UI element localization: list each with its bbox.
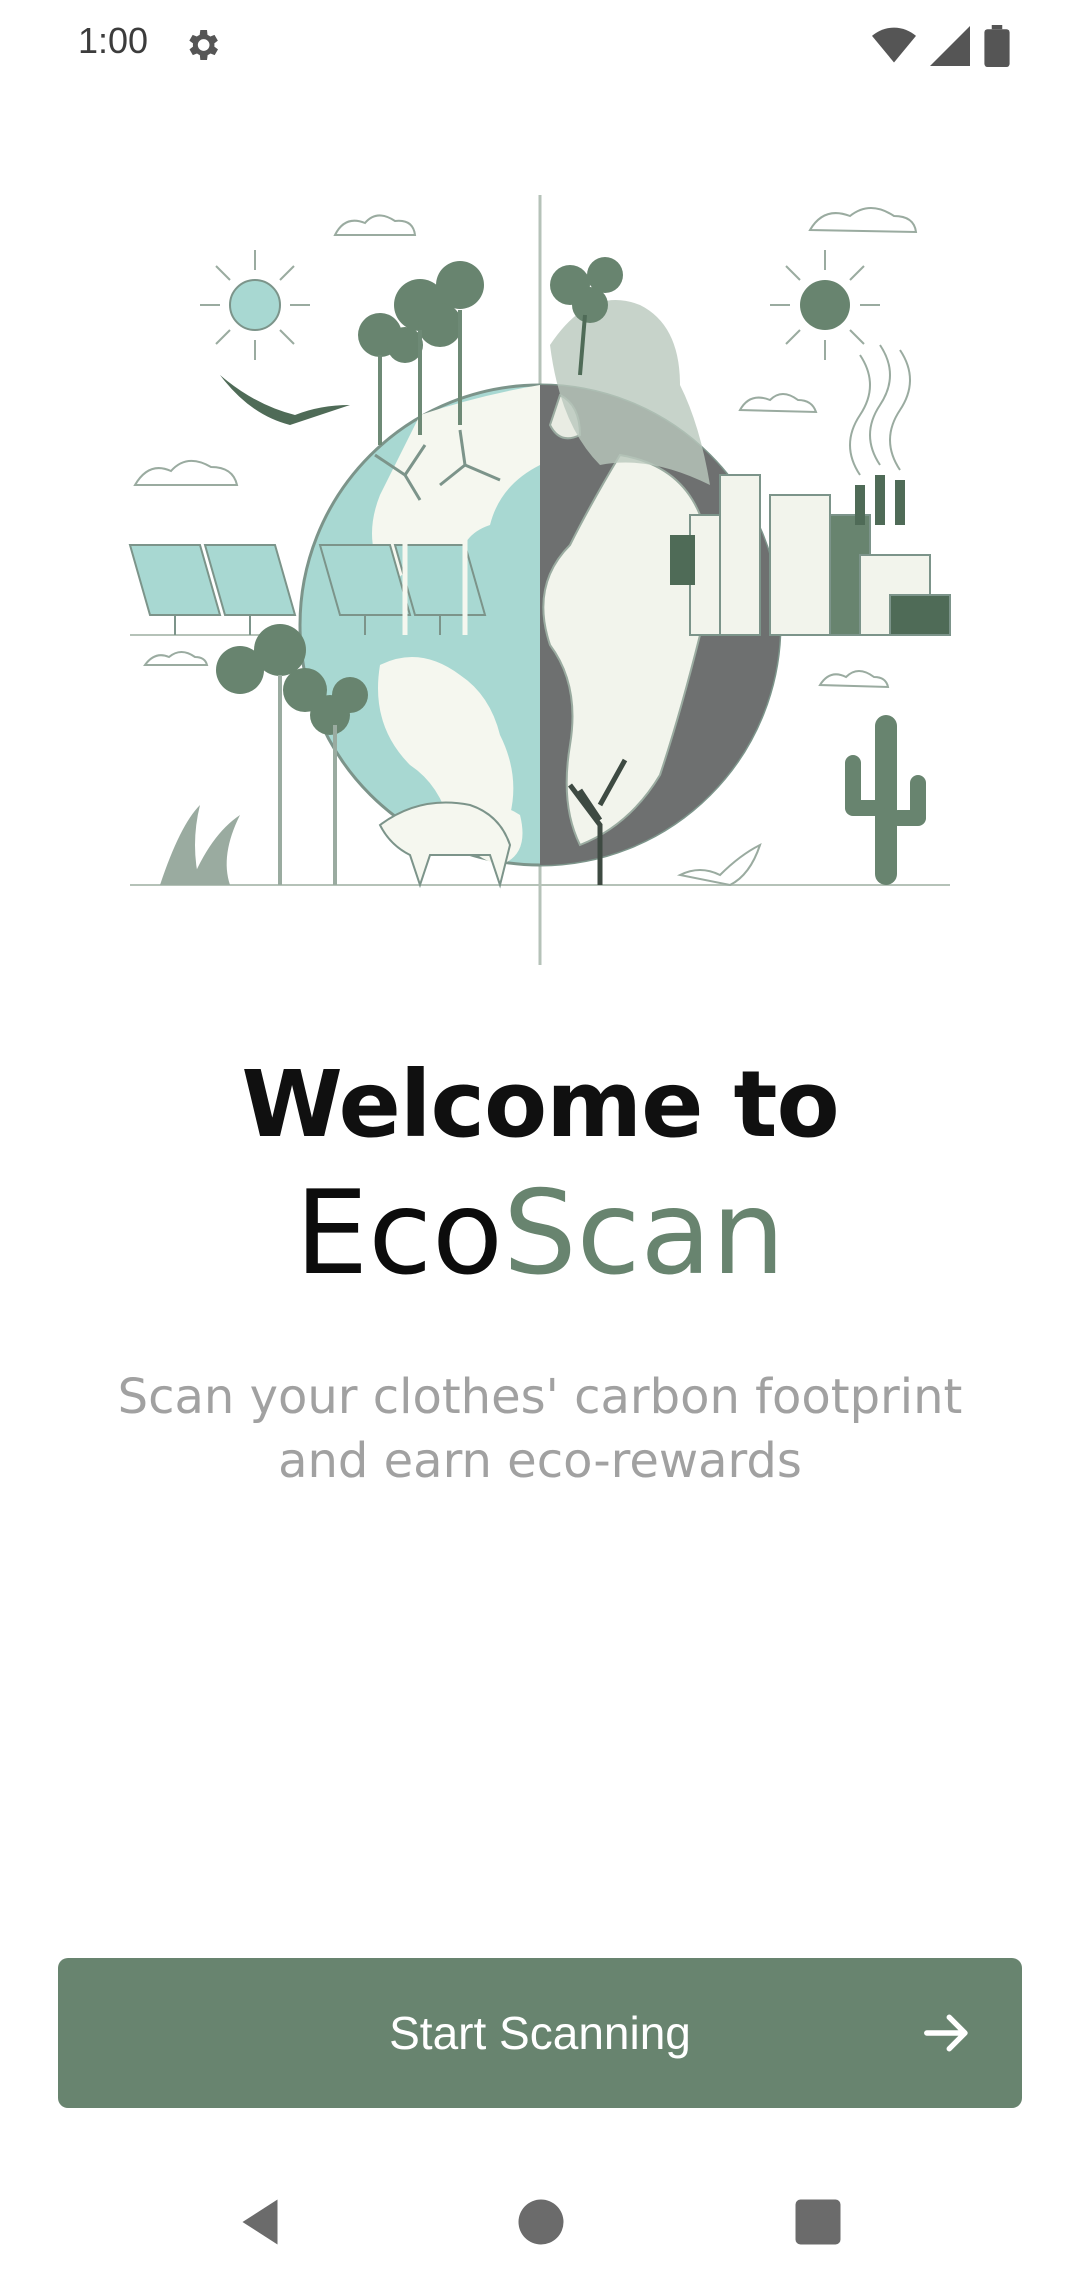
app-name-accent: Scan [503, 1166, 786, 1301]
system-nav-bar [0, 2170, 1080, 2280]
start-scanning-button[interactable]: Start Scanning [58, 1958, 1022, 2108]
status-bar: 1:00 [0, 0, 1080, 90]
back-icon[interactable] [230, 2192, 290, 2252]
home-icon[interactable] [511, 2192, 571, 2252]
app-name: EcoScan [0, 1168, 1080, 1300]
tagline: Scan your clothes' carbon footprint and … [117, 1369, 963, 1489]
recents-icon[interactable] [788, 2192, 848, 2252]
cellular-signal-icon [930, 26, 970, 66]
battery-icon [984, 25, 1010, 67]
status-time: 1:00 [78, 20, 149, 61]
wifi-icon [872, 27, 916, 63]
earth-environment-illustration [128, 195, 951, 965]
arrow-right-icon [924, 2014, 968, 2052]
welcome-title: Welcome to EcoScan [0, 1050, 1080, 1300]
welcome-heading: Welcome to [241, 1051, 839, 1158]
app-name-prefix: Eco [294, 1166, 504, 1301]
start-scanning-label: Start Scanning [389, 2007, 691, 2059]
settings-gear-icon [189, 30, 218, 60]
